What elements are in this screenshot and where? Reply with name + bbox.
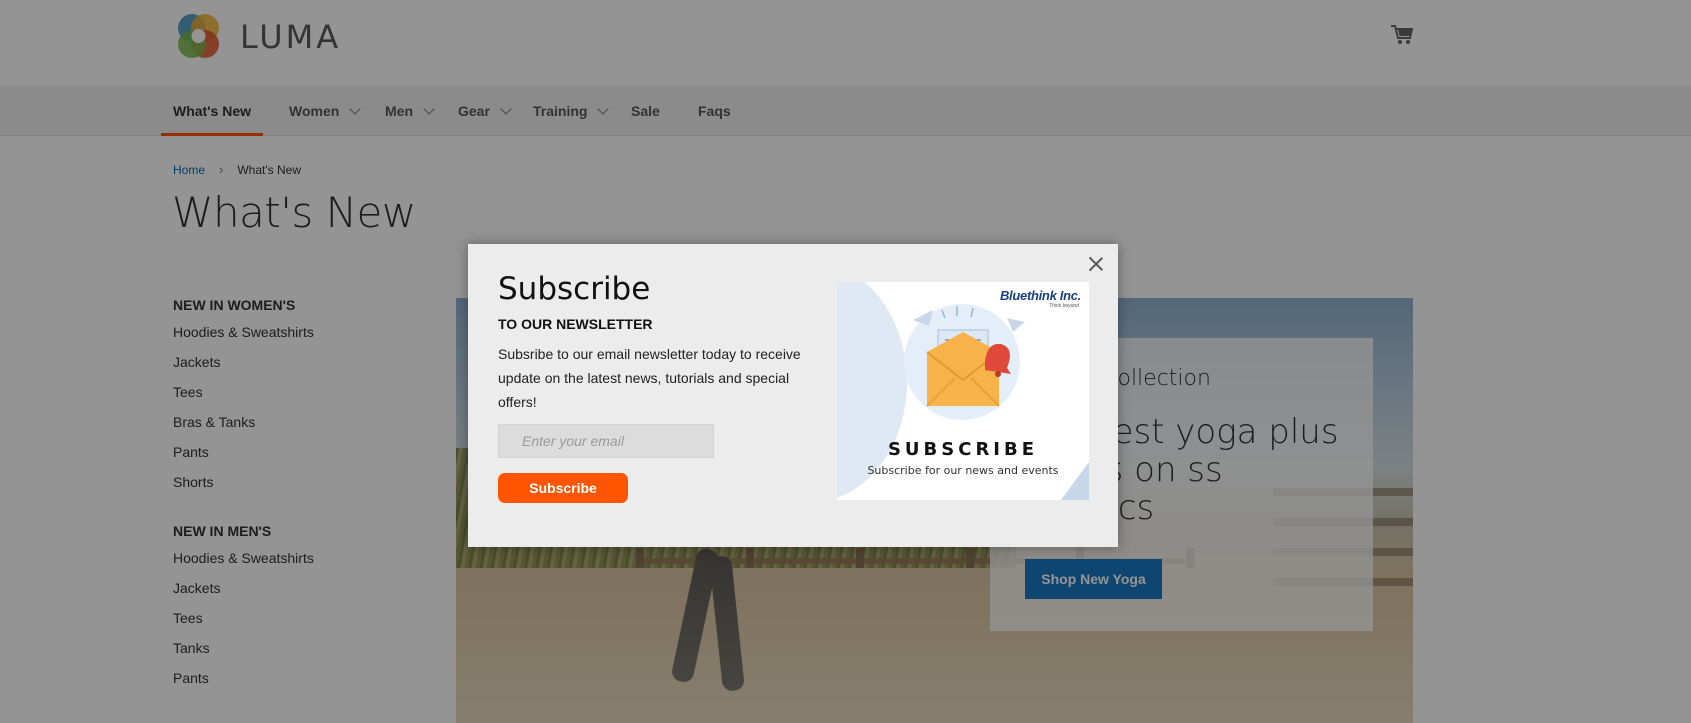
illustration-heading: SUBSCRIBE bbox=[887, 439, 1039, 460]
email-field[interactable] bbox=[498, 424, 714, 458]
modal-subtitle: TO OUR NEWSLETTER bbox=[498, 316, 653, 332]
modal-title: Subscribe bbox=[498, 271, 651, 307]
illustration-caption: Subscribe for our news and events bbox=[867, 464, 1059, 477]
modal-description: Subsribe to our email newsletter today t… bbox=[498, 346, 801, 410]
subscribe-button[interactable]: Subscribe bbox=[498, 473, 628, 503]
subscribe-modal: Subscribe TO OUR NEWSLETTER Subsribe to … bbox=[468, 244, 1118, 547]
illustration-corner bbox=[1061, 462, 1089, 500]
envelope-bell-icon bbox=[904, 304, 1025, 420]
close-icon[interactable] bbox=[1087, 255, 1105, 273]
subscribe-illustration: Bluethink Inc. Think beyond SUBSCRIBE Su… bbox=[837, 282, 1089, 500]
